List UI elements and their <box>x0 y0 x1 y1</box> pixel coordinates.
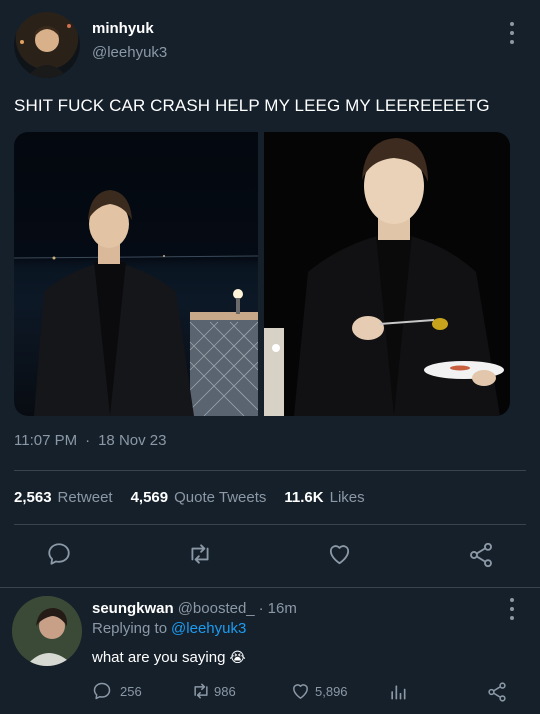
retweet-icon <box>194 683 208 699</box>
reply-header: seungkwan @boosted_ · 16m <box>92 600 297 617</box>
crying-emoji: 😭 <box>229 649 246 665</box>
likes-label: Likes <box>329 489 365 506</box>
like-icon <box>329 545 350 565</box>
tweet-time: 11:07 PM <box>14 432 78 449</box>
replying-to-line: Replying to @leehyuk3 <box>92 620 246 637</box>
divider-middle <box>14 524 526 525</box>
retweets-stat[interactable]: 2,563 Retweet <box>14 489 113 506</box>
reply-text: what are you saying 😭 <box>92 649 246 666</box>
reply-retweet-button[interactable]: 986 <box>190 681 236 701</box>
retweets-count: 2,563 <box>14 489 52 506</box>
tweet-stats: 2,563 Retweet 4,569 Quote Tweets 11.6K L… <box>14 489 365 506</box>
author-avatar[interactable] <box>14 12 80 78</box>
avatar-portrait <box>20 24 71 78</box>
divider-bottom <box>0 587 540 588</box>
analytics-icon <box>391 685 406 700</box>
reply-reply-count: 256 <box>120 683 142 699</box>
like-icon <box>293 684 308 699</box>
reply-share-button[interactable] <box>486 681 508 703</box>
author-name[interactable]: minhyuk <box>92 20 154 37</box>
reply-icon <box>93 682 111 700</box>
divider-top <box>14 470 526 471</box>
share-button[interactable] <box>467 541 495 569</box>
photo-1-scene <box>14 190 258 416</box>
reply-analytics-button[interactable] <box>388 682 408 702</box>
reply-age[interactable]: 16m <box>268 600 297 617</box>
reply-author-avatar[interactable] <box>12 596 82 666</box>
likes-stat[interactable]: 11.6K Likes <box>284 489 364 506</box>
share-icon <box>470 542 492 568</box>
reply-like-button[interactable]: 5,896 <box>290 681 348 701</box>
reply-author-handle[interactable]: @boosted_ <box>178 600 255 617</box>
tweet-text: SHIT FUCK CAR CRASH HELP MY LEEG MY LEER… <box>14 96 490 115</box>
likes-count: 11.6K <box>284 489 324 506</box>
tweet-photo-2[interactable] <box>264 132 510 416</box>
retweet-icon <box>191 544 209 564</box>
more-options-icon[interactable] <box>505 22 519 44</box>
reply-like-count: 5,896 <box>315 683 348 699</box>
reply-text-body: what are you saying <box>92 649 226 666</box>
quotes-stat[interactable]: 4,569 Quote Tweets <box>131 489 267 506</box>
replying-to-handle[interactable]: @leehyuk3 <box>171 620 246 637</box>
share-icon <box>488 682 506 702</box>
tweet-photo-1[interactable] <box>14 132 258 416</box>
reply-author-name[interactable]: seungkwan <box>92 600 174 617</box>
reply-separator: · <box>258 600 264 617</box>
author-handle[interactable]: @leehyuk3 <box>92 44 167 61</box>
photo-2-scene <box>264 138 504 416</box>
reply-reply-button[interactable]: 256 <box>92 681 142 701</box>
tweet-timestamp[interactable]: 11:07 PM · 18 Nov 23 <box>14 432 166 449</box>
tweet-date: 18 Nov 23 <box>98 432 167 449</box>
timestamp-separator: · <box>85 432 91 449</box>
reply-button[interactable] <box>46 541 72 567</box>
quotes-count: 4,569 <box>130 489 169 506</box>
retweet-button[interactable] <box>186 541 214 567</box>
quotes-label: Quote Tweets <box>174 489 267 506</box>
replying-to-prefix: Replying to <box>92 620 168 637</box>
like-button[interactable] <box>326 541 353 567</box>
reply-more-options-icon[interactable] <box>505 598 519 620</box>
reply-icon <box>48 543 70 565</box>
reply-retweet-count: 986 <box>214 683 236 699</box>
retweets-label: Retweet <box>57 489 113 506</box>
reply-avatar-portrait <box>12 596 82 666</box>
